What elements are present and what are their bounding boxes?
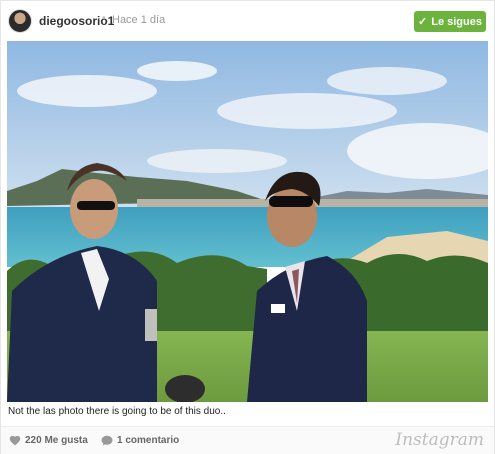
post-time[interactable]: Hace 1 día <box>112 14 165 26</box>
instagram-post-card: diegoosorio1 • Hace 1 día ✓ Le sigues No… <box>0 0 495 454</box>
post-header: diegoosorio1 • Hace 1 día ✓ Le sigues <box>1 1 494 41</box>
comments-count: 1 comentario <box>117 435 180 446</box>
comment-icon <box>101 435 113 446</box>
likes-stat[interactable]: 220 Me gusta <box>9 435 88 446</box>
post-footer: 220 Me gusta 1 comentario Instagram <box>1 426 494 454</box>
checkmark-icon: ✓ <box>418 16 428 28</box>
heart-icon <box>9 435 21 446</box>
likes-count: 220 Me gusta <box>25 435 88 446</box>
instagram-logo[interactable]: Instagram <box>395 430 484 450</box>
comments-stat[interactable]: 1 comentario <box>101 435 179 446</box>
avatar[interactable] <box>8 9 32 33</box>
following-button[interactable]: ✓ Le sigues <box>414 11 486 32</box>
photo-image <box>7 41 488 402</box>
post-caption: Not the las photo there is going to be o… <box>8 406 226 417</box>
following-button-label: Le sigues <box>431 15 482 28</box>
separator-dot: • <box>102 13 106 24</box>
post-photo[interactable] <box>7 41 488 402</box>
